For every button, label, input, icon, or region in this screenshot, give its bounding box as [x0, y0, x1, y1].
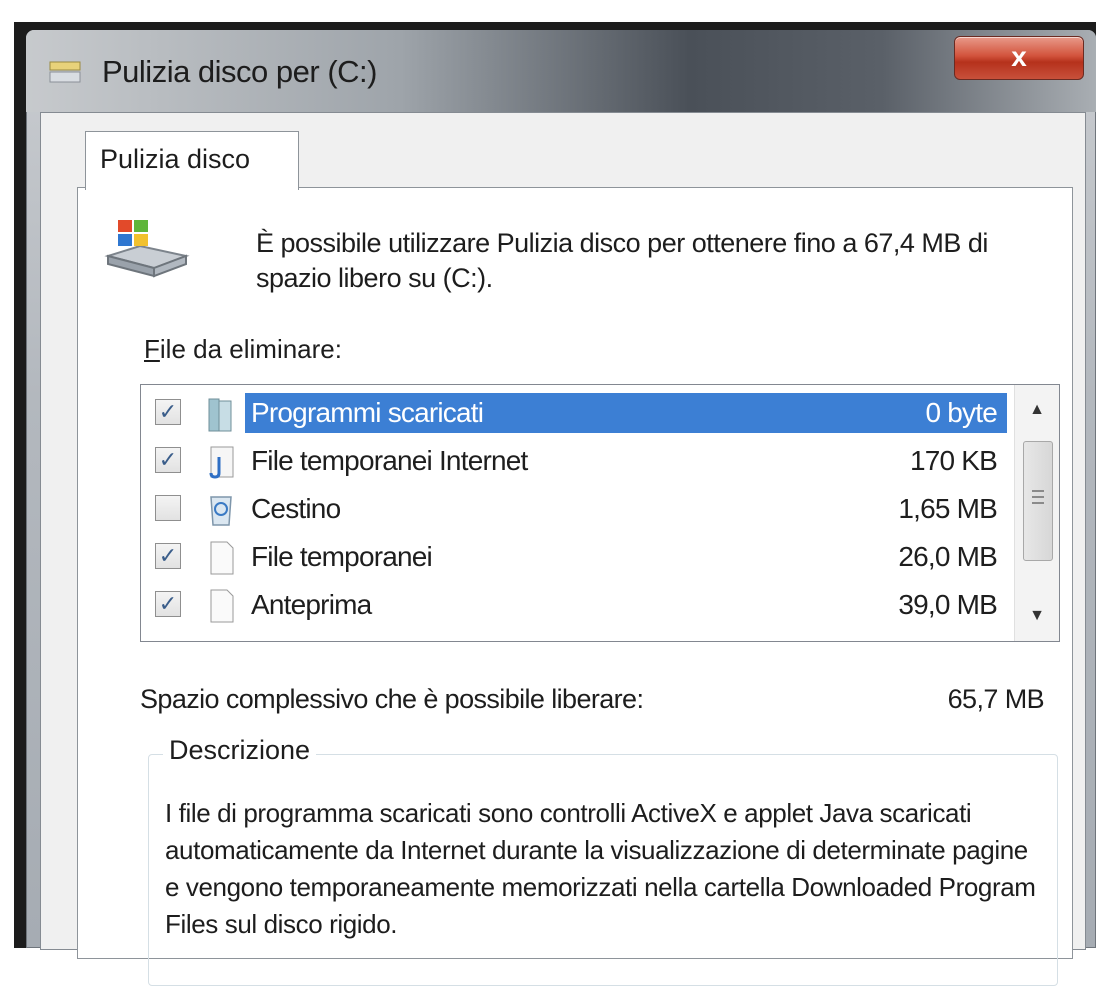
description-title: Descrizione: [163, 735, 317, 766]
item-name: File temporanei: [251, 541, 433, 572]
item-checkbox[interactable]: ✓: [155, 591, 181, 617]
files-to-delete-label: File da eliminare:: [144, 334, 342, 365]
list-item[interactable]: ✓ Programmi scaricati 0 byte: [141, 389, 1011, 437]
description-group: Descrizione I file di programma scaricat…: [148, 735, 1058, 986]
files-label-accelerator: F: [144, 334, 160, 364]
total-space-value: 65,7 MB: [947, 684, 1045, 714]
list-item[interactable]: ✓ Anteprima 39,0 MB: [141, 581, 1011, 629]
disk-cleanup-window: Pulizia disco per (C:) x Pulizia disco È…: [26, 30, 1096, 986]
dialog-client-area: Pulizia disco È possibile utilizzare Pul…: [40, 112, 1086, 986]
intro-text: È possibile utilizzare Pulizia disco per…: [256, 228, 988, 293]
list-item[interactable]: Cestino 1,65 MB: [141, 485, 1011, 533]
item-name: File temporanei Internet: [251, 445, 528, 476]
file-icon: [210, 541, 234, 575]
item-checkbox[interactable]: [155, 495, 181, 521]
disk-cleanup-app-icon: [49, 61, 81, 83]
tab-label: Pulizia disco: [100, 144, 251, 174]
list-item[interactable]: ✓ File temporanei Internet 170 KB: [141, 437, 1011, 485]
title-bar[interactable]: Pulizia disco per (C:) x: [26, 30, 1096, 112]
list-scrollbar[interactable]: ▲ ▼: [1014, 385, 1059, 641]
file-icon: [210, 589, 234, 623]
folder-icon: [208, 398, 232, 432]
item-size: 170 KB: [909, 445, 998, 476]
recycle-bin-icon: [210, 496, 232, 526]
close-button[interactable]: x: [954, 36, 1084, 80]
item-size: 26,0 MB: [898, 541, 997, 572]
scroll-thumb[interactable]: [1023, 441, 1053, 561]
item-size: 0 byte: [925, 397, 998, 428]
item-checkbox[interactable]: ✓: [155, 543, 181, 569]
files-listbox[interactable]: ✓ Programmi scaricati 0 byte ✓ File temp…: [140, 384, 1060, 642]
scroll-down-arrow-icon[interactable]: ▼: [1015, 591, 1059, 641]
item-name: Programmi scaricati: [251, 397, 484, 428]
internet-files-icon: [209, 446, 234, 479]
grip-line: [1032, 490, 1044, 492]
disk-drive-icon: [104, 220, 190, 278]
item-size: 39,0 MB: [898, 589, 997, 620]
description-text: I file di programma scaricati sono contr…: [165, 798, 1036, 939]
tab-panel: È possibile utilizzare Pulizia disco per…: [77, 187, 1073, 986]
grip-line: [1032, 502, 1044, 504]
grip-line: [1032, 496, 1044, 498]
window-title: Pulizia disco per (C:): [102, 54, 377, 89]
item-name: Anteprima: [251, 589, 372, 620]
item-checkbox[interactable]: ✓: [155, 399, 181, 425]
item-checkbox[interactable]: ✓: [155, 447, 181, 473]
item-name: Cestino: [251, 493, 341, 524]
list-item[interactable]: ✓ File temporanei 26,0 MB: [141, 533, 1011, 581]
total-space-label: Spazio complessivo che è possibile liber…: [140, 684, 644, 714]
files-label-text: ile da eliminare:: [159, 334, 342, 364]
scroll-up-arrow-icon[interactable]: ▲: [1015, 385, 1059, 435]
item-size: 1,65 MB: [898, 493, 997, 524]
tab-pulizia-disco[interactable]: Pulizia disco: [85, 131, 299, 190]
